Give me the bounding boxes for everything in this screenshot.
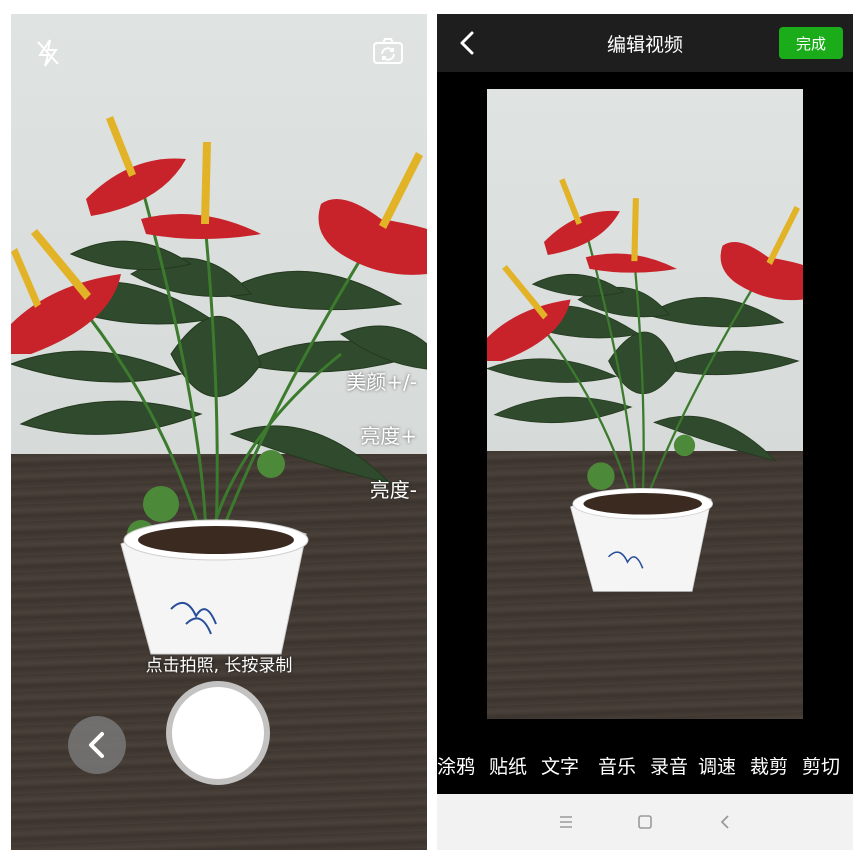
tool-crop[interactable]: 裁剪 [750,752,788,779]
tool-text[interactable]: 文字 [541,752,579,779]
beauty-adjust-button[interactable]: 美颜+/- [346,366,417,395]
tool-music[interactable]: 音乐 [598,752,636,779]
tool-doodle[interactable]: 涂鸦 [437,752,475,779]
flash-off-icon[interactable] [31,36,65,70]
tool-sticker[interactable]: 贴纸 [489,752,527,779]
preview-plant-image [487,178,803,592]
system-nav-bar [437,794,853,850]
video-preview[interactable] [487,89,803,719]
chevron-left-icon [89,732,104,758]
editor-back-button[interactable] [451,26,483,60]
home-icon[interactable] [630,808,660,836]
tool-record[interactable]: 录音 [650,752,688,779]
back-icon[interactable] [710,808,740,836]
camera-switch-icon[interactable] [371,34,405,68]
brightness-down-button[interactable]: 亮度- [370,474,417,503]
editor-top-bar: 编辑视频 完成 [437,14,853,72]
done-button[interactable]: 完成 [779,27,843,59]
camera-screen: 美颜+/- 亮度+ 亮度- 点击拍照, 长按录制 [11,14,427,850]
shutter-button[interactable] [172,687,264,779]
edit-tool-bar: 涂鸦 贴纸 文字 音乐 录音 调速 裁剪 剪切 [437,736,853,794]
tool-speed[interactable]: 调速 [698,752,736,779]
tool-cut[interactable]: 剪切 [802,752,840,779]
menu-icon[interactable] [551,808,581,836]
chevron-left-icon [460,31,474,55]
editor-screen: 编辑视频 完成 涂鸦 贴纸 文字 音乐 录音 调速 裁剪 剪切 [437,14,853,850]
brightness-up-button[interactable]: 亮度+ [360,420,417,449]
camera-back-button[interactable] [68,716,126,774]
capture-hint: 点击拍照, 长按录制 [145,656,293,676]
